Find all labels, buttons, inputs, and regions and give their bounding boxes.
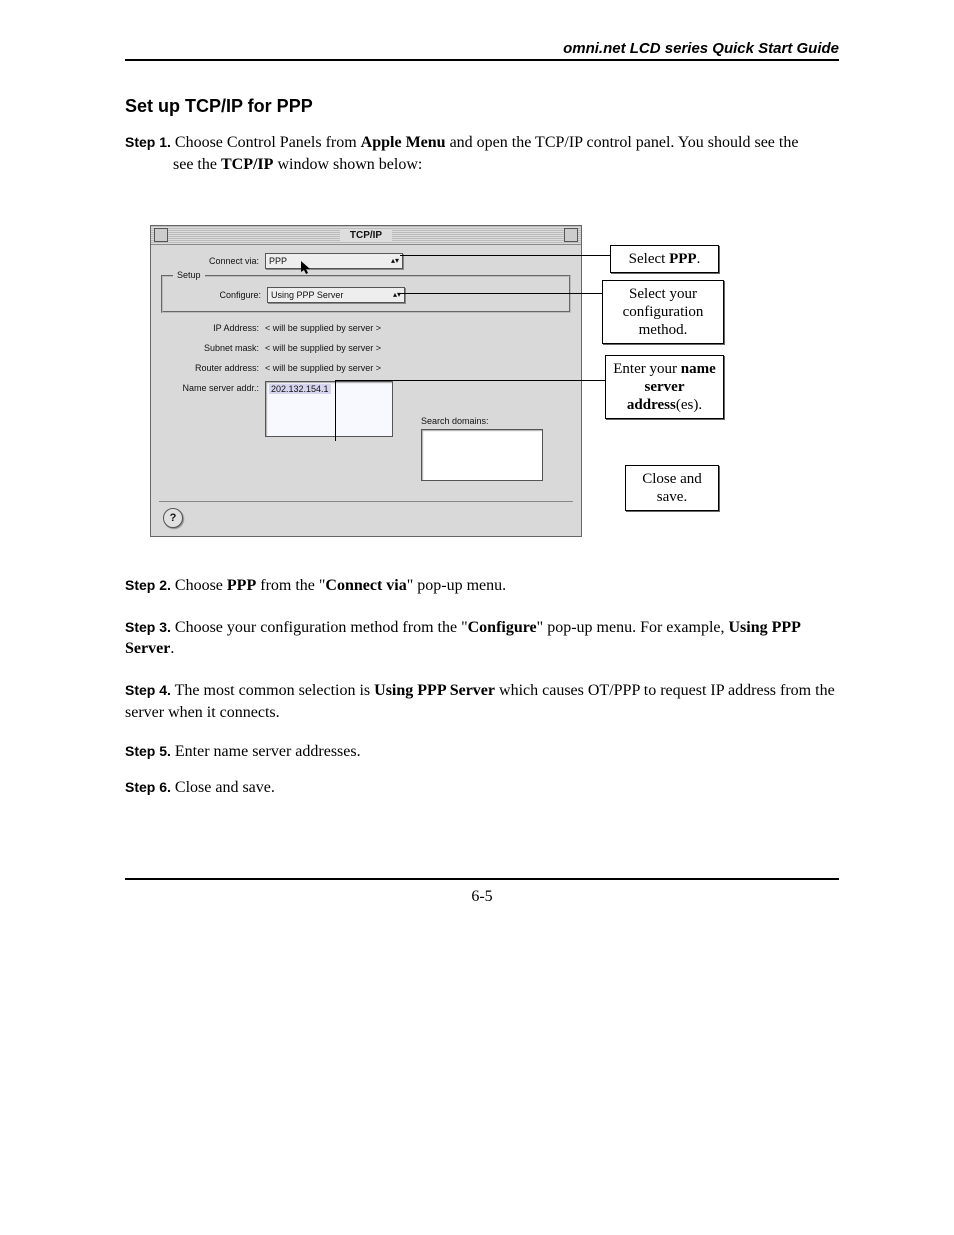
step-1: Step 1. Choose Control Panels from Apple… <box>125 132 839 175</box>
router-label: Router address: <box>151 363 265 373</box>
window-title: TCP/IP <box>340 230 392 241</box>
step-6: Step 6. Close and save. <box>125 777 839 799</box>
window-titlebar[interactable]: TCP/IP <box>151 226 581 245</box>
section-title: Set up TCP/IP for PPP <box>125 96 839 117</box>
callout-close-save: Close and save. <box>625 465 719 511</box>
close-box-icon[interactable] <box>154 228 168 242</box>
configure-label: Configure: <box>163 290 267 300</box>
callout-name-server: Enter your name server address(es). <box>605 355 724 419</box>
setup-legend: Setup <box>173 270 205 280</box>
step-4: Step 4. The most common selection is Usi… <box>125 680 839 723</box>
ip-label: IP Address: <box>151 323 265 333</box>
router-value: < will be supplied by server > <box>265 363 381 373</box>
figure: TCP/IP Connect via: PPP ▴▾ Setup Configu… <box>150 225 740 545</box>
zoom-box-icon[interactable] <box>564 228 578 242</box>
connect-via-dropdown[interactable]: PPP ▴▾ <box>265 253 403 269</box>
step-5: Step 5. Enter name server addresses. <box>125 741 839 763</box>
divider <box>159 501 573 502</box>
ns-label: Name server addr.: <box>151 381 265 437</box>
callout-config-method: Select your configuration method. <box>602 280 724 344</box>
subnet-label: Subnet mask: <box>151 343 265 353</box>
page-number: 6-5 <box>471 888 492 905</box>
setup-fieldset: Setup Configure: Using PPP Server ▴▾ <box>161 275 571 313</box>
dropdown-arrows-icon: ▴▾ <box>391 257 399 265</box>
help-button[interactable]: ? <box>163 508 183 528</box>
step-label: Step 1. <box>125 134 171 150</box>
callout-line <box>460 380 605 381</box>
step-3: Step 3. Choose your configuration method… <box>125 617 839 660</box>
callout-select-ppp: Select PPP. <box>610 245 719 273</box>
connect-via-label: Connect via: <box>151 256 265 266</box>
ip-value: < will be supplied by server > <box>265 323 381 333</box>
callout-line <box>400 255 610 256</box>
configure-dropdown[interactable]: Using PPP Server ▴▾ <box>267 287 405 303</box>
page-header: omni.net LCD series Quick Start Guide <box>125 40 839 61</box>
callout-line <box>335 380 461 441</box>
subnet-value: < will be supplied by server > <box>265 343 381 353</box>
callout-line <box>400 293 602 294</box>
page-footer: 6-5 <box>125 878 839 906</box>
step-2: Step 2. Choose PPP from the "Connect via… <box>125 575 839 597</box>
